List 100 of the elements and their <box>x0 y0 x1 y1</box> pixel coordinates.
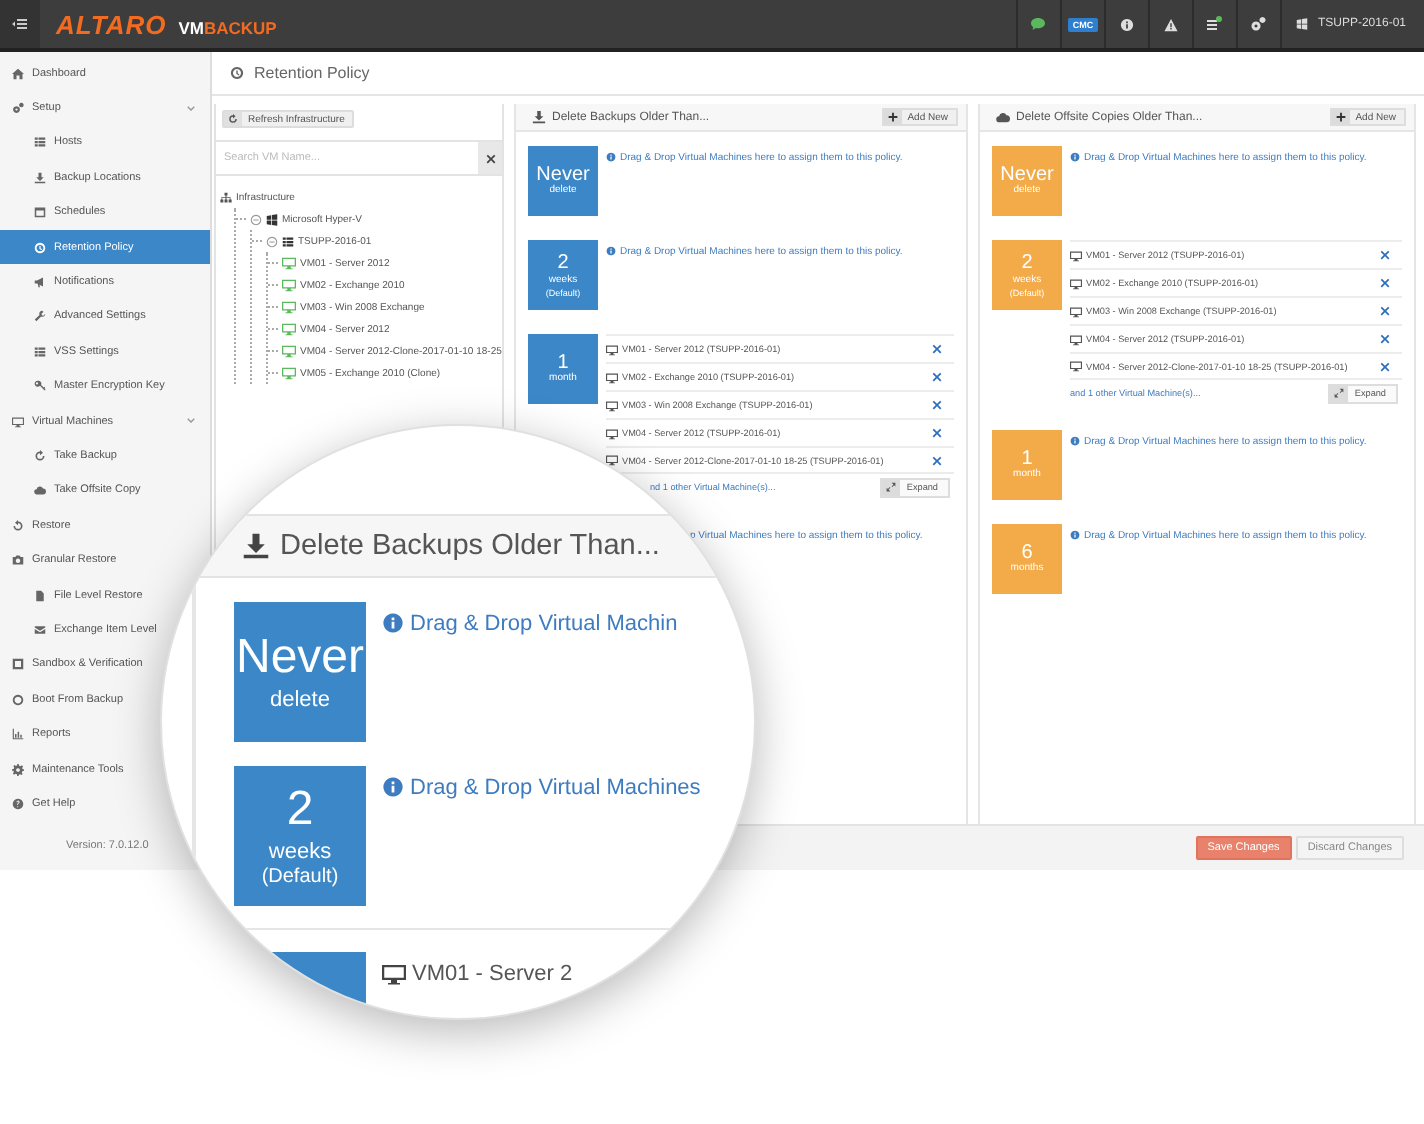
page-title: Retention Policy <box>254 64 370 82</box>
table-icon <box>282 235 294 247</box>
close-icon[interactable] <box>1380 278 1390 288</box>
table-icon <box>34 345 46 358</box>
chevron-down-icon[interactable] <box>186 416 196 427</box>
calendar-icon <box>34 206 46 219</box>
expand-icon <box>1334 388 1345 398</box>
monitor-icon <box>606 427 618 439</box>
cloud-icon <box>34 484 46 497</box>
megaphone-icon <box>34 276 46 289</box>
hierarchy-icon <box>220 191 232 203</box>
period-unit: weeks <box>268 839 332 866</box>
monitor-icon <box>282 344 296 358</box>
gears-icon <box>12 102 24 115</box>
clear-search-button[interactable] <box>478 142 502 174</box>
period-value: 1 <box>1021 447 1033 470</box>
period-value: 1 <box>557 351 569 374</box>
monitor-icon <box>1070 333 1082 345</box>
collapse-icon[interactable] <box>250 213 262 225</box>
close-icon[interactable] <box>932 344 942 354</box>
plus-icon <box>1335 112 1346 122</box>
period-unit: delete <box>270 687 330 714</box>
drop-hint: Drag & Drop Virtual Machines <box>410 775 701 799</box>
info-icon <box>382 612 404 634</box>
download-icon <box>34 171 46 184</box>
period-value: Never <box>536 163 590 186</box>
monitor-icon <box>282 278 296 292</box>
period-value: 6 <box>1021 541 1033 564</box>
vm-name: VM01 - Server 2 <box>412 961 573 985</box>
info-icon <box>1070 436 1080 446</box>
expand-icon <box>886 482 897 492</box>
monitor-icon <box>282 322 296 336</box>
close-icon[interactable] <box>932 428 942 438</box>
drop-hint: Drag & Drop Virtual Machin <box>410 611 678 635</box>
monitor-icon <box>606 371 618 383</box>
download-icon <box>532 110 546 124</box>
brand-logo: ALTARO <box>56 9 167 39</box>
house-icon <box>12 67 24 80</box>
gears-icon[interactable] <box>1250 16 1267 32</box>
monitor-icon <box>1070 249 1082 261</box>
monitor-icon <box>1070 277 1082 289</box>
info-icon <box>382 776 404 798</box>
table-icon <box>34 136 46 149</box>
camera-icon <box>12 554 24 567</box>
monitor-icon <box>1070 305 1082 317</box>
info-icon <box>606 152 616 162</box>
chevron-down-icon[interactable] <box>186 103 196 114</box>
monitor-icon <box>282 256 296 270</box>
collapse-icon[interactable] <box>266 235 278 247</box>
close-icon <box>485 153 495 163</box>
period-value: Never <box>235 630 365 688</box>
monitor-icon <box>606 343 618 355</box>
period-value: 2 <box>286 782 314 840</box>
four-panes-icon <box>266 213 278 225</box>
info-icon <box>1070 530 1080 540</box>
close-icon[interactable] <box>1380 361 1390 371</box>
period-value: 2 <box>1021 252 1033 275</box>
close-icon[interactable] <box>932 400 942 410</box>
monitor-icon <box>282 366 296 380</box>
period-note: (Default) <box>261 865 339 890</box>
download-icon <box>242 532 270 560</box>
menu-button[interactable] <box>0 0 40 48</box>
refresh-icon <box>228 114 238 124</box>
monitor-icon <box>12 415 24 428</box>
ring-icon <box>12 693 24 706</box>
chat-icon[interactable] <box>1030 16 1047 32</box>
list-icon[interactable] <box>1206 16 1223 32</box>
info-icon[interactable] <box>1119 17 1134 31</box>
envelope-icon <box>34 623 46 636</box>
monitor-icon <box>606 399 618 411</box>
close-icon[interactable] <box>932 455 942 465</box>
wrench-icon <box>34 310 46 323</box>
product-name: VMBACKUP <box>178 17 277 37</box>
gear-icon <box>12 763 24 775</box>
plus-icon <box>887 112 898 122</box>
info-icon <box>606 246 616 256</box>
close-icon[interactable] <box>1380 306 1390 316</box>
monitor-icon <box>1070 360 1082 372</box>
refresh-icon <box>34 449 46 462</box>
warning-icon[interactable] <box>1163 17 1178 31</box>
period-value: Never <box>1000 163 1054 186</box>
cloud-icon <box>996 110 1010 124</box>
monitor-icon <box>382 961 406 985</box>
clock-icon <box>230 66 244 80</box>
key-icon <box>34 380 46 393</box>
close-icon[interactable] <box>932 372 942 382</box>
monitor-icon <box>282 300 296 314</box>
menu-icon <box>12 16 28 32</box>
four-panes-icon <box>1295 18 1308 30</box>
close-icon[interactable] <box>1380 250 1390 260</box>
close-icon[interactable] <box>1380 334 1390 344</box>
panel-title: Delete Backups Older Than... <box>280 530 660 562</box>
help-icon <box>12 797 24 810</box>
file-icon <box>34 589 46 602</box>
bar-chart-icon <box>12 728 24 741</box>
undo-icon <box>12 519 24 532</box>
period-value: 2 <box>557 252 569 275</box>
clock-icon <box>34 241 46 254</box>
monitor-icon <box>606 454 618 466</box>
info-icon <box>1070 152 1080 162</box>
